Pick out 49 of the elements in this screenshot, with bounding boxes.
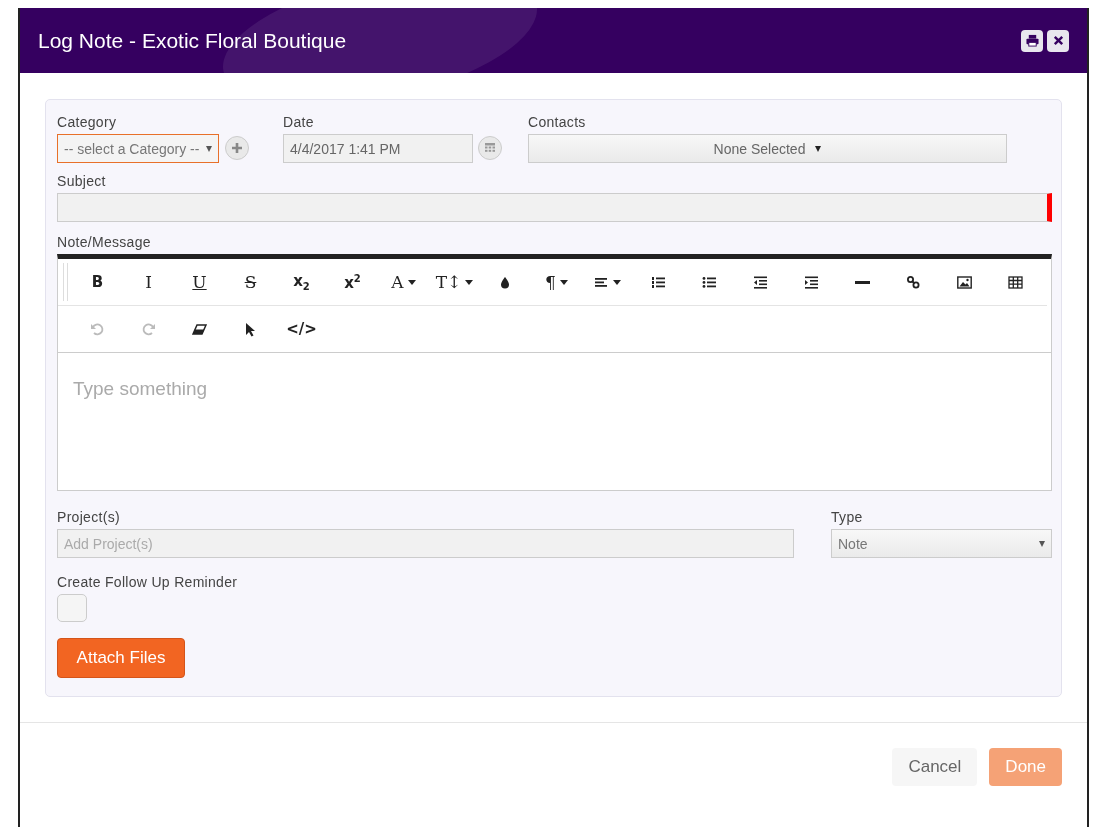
format-button[interactable]: x$_{2}$: [291, 267, 312, 297]
format-button[interactable]: </>: [284, 314, 319, 344]
outdent-icon: [753, 274, 768, 290]
cancel-button[interactable]: Cancel: [892, 748, 978, 786]
field-label: Subject: [57, 173, 106, 189]
field-label: Contacts: [528, 114, 586, 130]
contacts-dropdown[interactable]: None Selected: [528, 134, 1007, 163]
bullet-list-icon: [702, 274, 717, 290]
calendar-button[interactable]: [478, 136, 502, 160]
field-label: Category: [57, 114, 117, 130]
add-button[interactable]: [225, 136, 249, 160]
calendar-icon: [484, 142, 496, 154]
format-button[interactable]: x$^{2}$: [342, 267, 363, 297]
print-button[interactable]: [1021, 29, 1043, 52]
format-button[interactable]: ¶: [543, 267, 570, 297]
eraser-icon: [192, 321, 207, 337]
link-icon: [906, 274, 921, 290]
plus-icon: [231, 142, 243, 154]
field-label: Create Follow Up Reminder: [57, 574, 238, 590]
caret-icon: [613, 279, 621, 285]
category-select[interactable]: -- select a Category --: [57, 134, 219, 163]
redo-icon: [141, 321, 156, 337]
field-label: Type: [831, 509, 863, 525]
format-button[interactable]: I: [143, 267, 154, 297]
undo-icon: [90, 321, 105, 337]
window-title: Log Note - Exotic Floral Boutique: [38, 28, 348, 53]
image-icon: [957, 274, 972, 290]
printer-icon: [1025, 34, 1039, 47]
reminder-checkbox[interactable]: [57, 594, 87, 622]
close-icon: [1051, 34, 1065, 47]
type-select[interactable]: Note: [831, 529, 1052, 558]
ordered-list-icon: [651, 274, 666, 290]
subject-field[interactable]: [57, 193, 1052, 222]
format-button[interactable]: B: [89, 267, 106, 297]
table-icon: [1008, 274, 1023, 290]
caret-icon: [559, 279, 568, 285]
format-button[interactable]: T↕: [433, 267, 476, 297]
caret-icon: [465, 279, 474, 285]
field-label: Project(s): [57, 509, 120, 525]
date-field[interactable]: 4/4/2017 1:41 PM: [283, 134, 473, 163]
format-button[interactable]: A: [389, 267, 418, 297]
close-button[interactable]: [1047, 29, 1069, 52]
projects-field[interactable]: Add Project(s): [57, 529, 794, 558]
indent-icon: [804, 274, 819, 290]
caret-icon: [407, 279, 416, 285]
format-button[interactable]: S: [242, 267, 259, 297]
field-label: Date: [283, 114, 314, 130]
format-button[interactable]: U: [190, 267, 209, 297]
field-label: Note/Message: [57, 234, 151, 250]
